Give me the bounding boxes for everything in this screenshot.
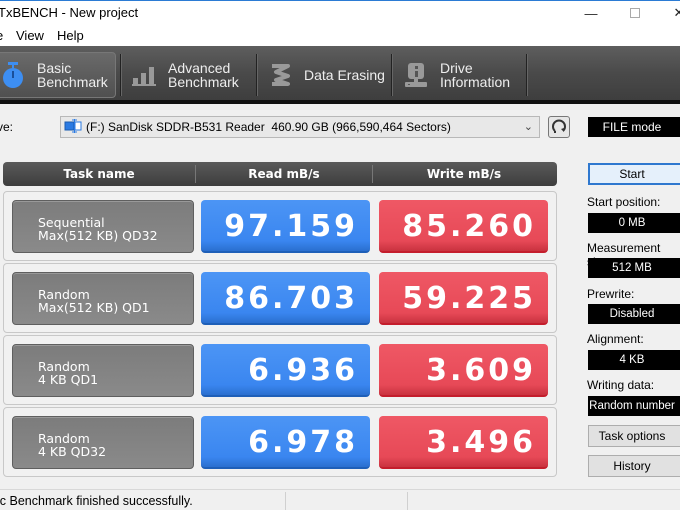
tab-data-erasing-label: Data Erasing [304,67,385,83]
results-table-header: Task name Read mB/s Write mB/s [3,162,557,186]
status-bar: ic Benchmark finished successfully. [0,489,680,510]
minimize-icon: — [584,5,598,21]
table-row: Random Max(512 KB) QD1 86.703 59.225 [3,263,557,333]
prewrite-value[interactable]: Disabled [588,304,680,324]
stopwatch-icon [0,61,27,89]
menu-file[interactable]: e [0,28,3,43]
task-options-button[interactable]: Task options [588,425,680,447]
write-value: 3.609 [379,344,548,397]
writing-data-value[interactable]: Random number [588,396,680,416]
tab-advanced-benchmark-label: Advanced Benchmark [168,60,239,90]
writing-data-label: Writing data: [587,378,655,392]
status-message: ic Benchmark finished successfully. [0,494,193,508]
task-random-512k-qd1-button[interactable]: Random Max(512 KB) QD1 [12,272,194,325]
alignment-value[interactable]: 4 KB [588,350,680,370]
window-title: TxBENCH - New project [0,5,139,20]
drive-select[interactable]: (F:) SanDisk SDDR-B531 Reader 460.90 GB … [60,116,540,138]
prewrite-label: Prewrite: [587,287,635,301]
drive-select-value: (F:) SanDisk SDDR-B531 Reader 460.90 GB … [86,120,451,134]
table-row: Sequential Max(512 KB) QD32 97.159 85.260 [3,191,557,261]
toolbar-divider [120,54,122,96]
start-button[interactable]: Start [588,163,680,185]
toolbar-divider [526,54,528,96]
start-position-value[interactable]: 0 MB [588,213,680,233]
task-random-4k-qd1-button[interactable]: Random 4 KB QD1 [12,344,194,397]
bar-chart-icon [130,61,158,89]
history-button[interactable]: History [588,455,680,477]
eraser-icon [266,61,294,89]
task-random-4k-qd32-button[interactable]: Random 4 KB QD32 [12,416,194,469]
table-row: Random 4 KB QD32 6.978 3.496 [3,407,557,477]
chevron-down-icon: ⌄ [523,121,533,133]
toolbar-divider [391,54,393,96]
menu-view[interactable]: View [16,28,44,43]
read-value: 86.703 [201,272,370,325]
mode-indicator: FILE mode [588,117,680,137]
close-button[interactable]: ✕ [656,1,680,25]
write-value: 85.260 [379,200,548,253]
tab-data-erasing[interactable]: Data Erasing [266,52,391,98]
write-value: 3.496 [379,416,548,469]
refresh-icon [551,118,567,137]
header-task-name: Task name [63,167,135,181]
menu-help[interactable]: Help [57,28,84,43]
status-divider [285,492,286,510]
start-position-label: Start position: [587,195,661,209]
table-row: Random 4 KB QD1 6.936 3.609 [3,335,557,405]
close-icon: ✕ [673,5,680,20]
drive-label: ve: [0,120,14,134]
minimize-button[interactable]: — [568,1,614,25]
tab-advanced-benchmark[interactable]: Advanced Benchmark [130,52,255,98]
maximize-icon [630,8,640,18]
title-bar: TxBENCH - New project — ✕ [0,0,680,24]
main-toolbar: Basic Benchmark Advanced Benchmark Data Er… [0,46,680,104]
toolbar-divider [256,54,258,96]
read-value: 6.936 [201,344,370,397]
alignment-label: Alignment: [587,332,644,346]
header-read: Read mB/s [248,167,320,181]
tab-basic-benchmark-label: Basic Benchmark [37,60,108,90]
drive-info-icon [402,61,430,89]
menu-bar: e View Help [0,24,680,46]
tab-basic-benchmark[interactable]: Basic Benchmark [0,52,116,98]
write-value: 59.225 [379,272,548,325]
measurement-size-value[interactable]: 512 MB [588,258,680,278]
read-value: 6.978 [201,416,370,469]
drive-device-icon [64,118,82,136]
maximize-button[interactable] [612,1,658,25]
task-sequential-qd32-button[interactable]: Sequential Max(512 KB) QD32 [12,200,194,253]
read-value: 97.159 [201,200,370,253]
header-write: Write mB/s [426,167,502,181]
status-divider [407,492,408,510]
refresh-drives-button[interactable] [548,116,570,138]
tab-drive-information[interactable]: Drive Information [402,52,527,98]
tab-drive-information-label: Drive Information [440,60,511,90]
